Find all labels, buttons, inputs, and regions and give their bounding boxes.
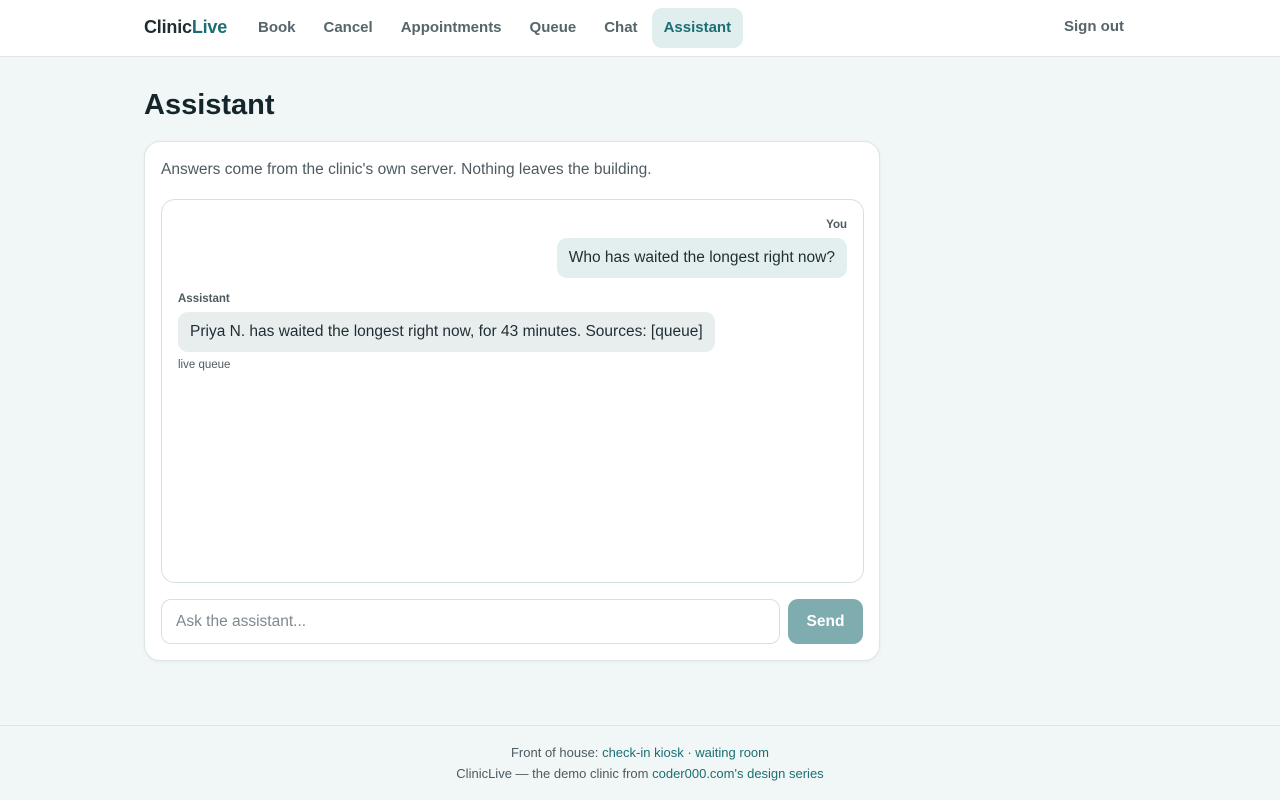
- brand-logo[interactable]: ClinicLive: [144, 17, 227, 38]
- footer-credits: ClinicLive — the demo clinic from coder0…: [0, 766, 1280, 781]
- user-message-bubble: Who has waited the longest right now?: [556, 238, 847, 278]
- nav-item-queue[interactable]: Queue: [516, 8, 591, 48]
- footer-front-of-house: Front of house: check-in kiosk · waiting…: [0, 745, 1280, 760]
- message-source-note: live queue: [178, 359, 231, 371]
- footer-credits-label: ClinicLive — the demo clinic from: [456, 766, 649, 781]
- assistant-intro-text: Answers come from the clinic's own serve…: [161, 161, 652, 178]
- footer-link-waiting-room[interactable]: waiting room: [695, 745, 769, 760]
- footer-separator: ·: [687, 745, 692, 760]
- message-role-label-assistant: Assistant: [178, 293, 230, 305]
- main-nav: Book Cancel Appointments Queue Chat Assi…: [244, 8, 744, 48]
- nav-item-book[interactable]: Book: [244, 8, 310, 48]
- nav-item-appointments[interactable]: Appointments: [387, 8, 516, 48]
- ask-assistant-input[interactable]: [161, 599, 780, 644]
- footer-front-of-house-label: Front of house:: [510, 745, 599, 760]
- top-navigation-bar: ClinicLive Book Cancel Appointments Queu…: [0, 0, 1280, 57]
- nav-item-cancel[interactable]: Cancel: [310, 8, 387, 48]
- page-footer: Front of house: check-in kiosk · waiting…: [0, 725, 1280, 800]
- assistant-card: Answers come from the clinic's own serve…: [144, 141, 880, 661]
- footer-link-design-series[interactable]: coder000.com's design series: [652, 766, 824, 781]
- assistant-message-bubble: Priya N. has waited the longest right no…: [178, 312, 715, 352]
- footer-link-check-in-kiosk[interactable]: check-in kiosk: [602, 745, 684, 760]
- page-title: Assistant: [144, 89, 275, 121]
- nav-item-chat[interactable]: Chat: [590, 8, 651, 48]
- brand-name-accent: Live: [191, 17, 228, 37]
- brand-name-primary: Clinic: [144, 17, 192, 37]
- send-button[interactable]: Send: [788, 599, 863, 644]
- sign-out-link[interactable]: Sign out: [1064, 18, 1124, 35]
- nav-item-assistant[interactable]: Assistant: [651, 8, 744, 48]
- message-role-label-user: You: [826, 219, 847, 231]
- chat-transcript[interactable]: You Who has waited the longest right now…: [161, 199, 864, 583]
